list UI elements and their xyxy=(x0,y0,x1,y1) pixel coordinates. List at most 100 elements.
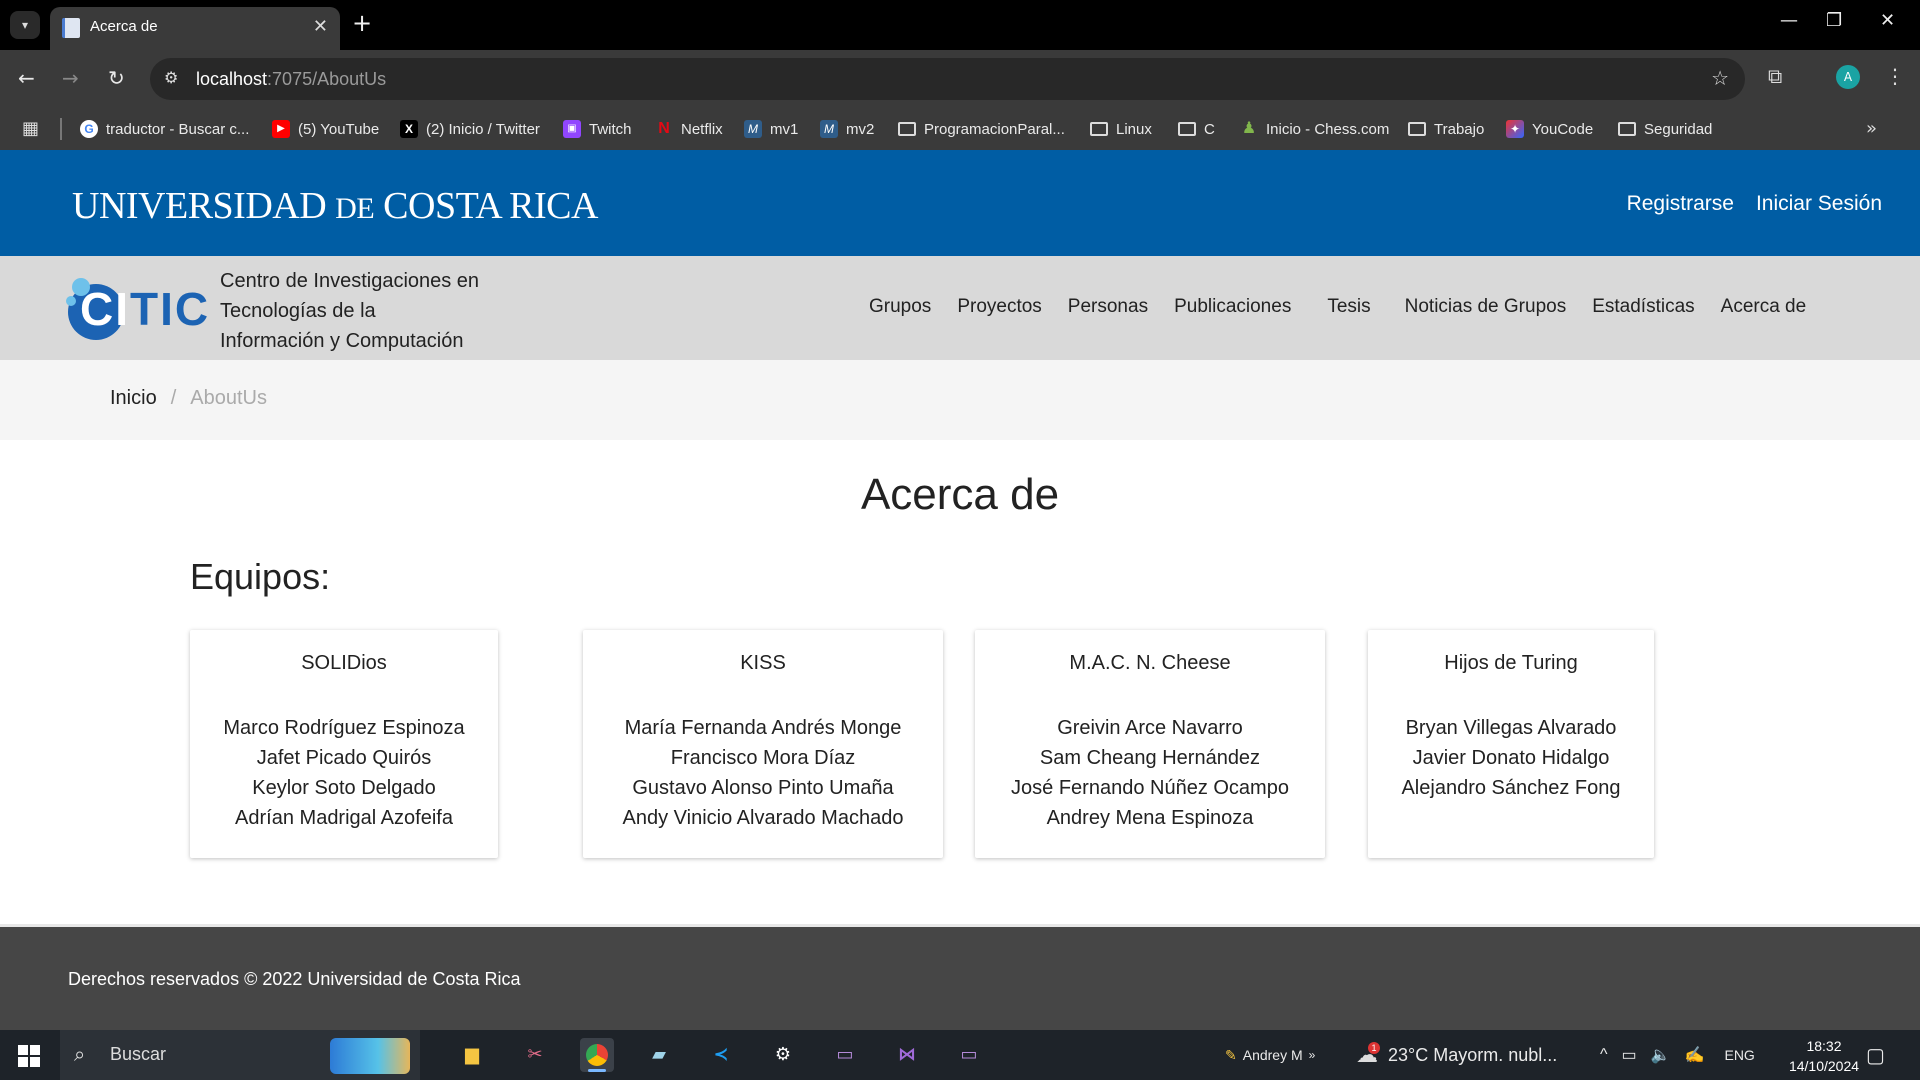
more-bookmarks-icon[interactable]: » xyxy=(1866,118,1877,139)
auth-links: Registrarse Iniciar Sesión xyxy=(1627,192,1882,216)
page-title: Acerca de xyxy=(860,470,1060,519)
tab-title: Acerca de xyxy=(90,18,158,35)
register-link[interactable]: Registrarse xyxy=(1627,192,1734,216)
team-member: José Fernando Núñez Ocampo xyxy=(1011,777,1289,799)
breadcrumb-home-link[interactable]: Inicio xyxy=(110,387,157,409)
bookmark-item[interactable]: ✦ YouCode xyxy=(1506,108,1593,150)
bookmark-item[interactable]: Seguridad xyxy=(1618,108,1712,150)
nav-personas[interactable]: Personas xyxy=(1068,296,1148,318)
terminal-icon[interactable]: ▭ xyxy=(952,1038,986,1072)
nav-publicaciones[interactable]: Publicaciones xyxy=(1174,296,1291,318)
citic-logo[interactable]: CITIC xyxy=(66,278,208,342)
tab-search-button[interactable]: ▾ xyxy=(10,11,40,39)
netflix-icon: N xyxy=(658,120,670,137)
bookmark-label: Netflix xyxy=(681,120,723,138)
bookmark-item[interactable]: N Netflix xyxy=(655,108,723,150)
team-members: María Fernanda Andrés Monge Francisco Mo… xyxy=(583,713,943,833)
bookmark-item[interactable]: Trabajo xyxy=(1408,108,1484,150)
team-member: Alejandro Sánchez Fong xyxy=(1401,777,1621,799)
close-tab-icon[interactable]: ✕ xyxy=(313,16,328,37)
show-hidden-icons-icon[interactable]: ^ xyxy=(1600,1046,1608,1064)
login-link[interactable]: Iniciar Sesión xyxy=(1756,192,1882,216)
pen-icon[interactable]: ✍ xyxy=(1685,1045,1705,1065)
address-bar[interactable]: ⚙ localhost:7075/AboutUs ☆ xyxy=(150,58,1745,100)
back-icon[interactable]: ← xyxy=(18,66,35,90)
settings-icon[interactable]: ⚙ xyxy=(766,1038,800,1072)
close-window-icon[interactable]: ✕ xyxy=(1880,10,1895,31)
apps-grid-icon[interactable]: ▦ xyxy=(22,118,39,139)
team-card: M.A.C. N. Cheese Greivin Arce Navarro Sa… xyxy=(975,630,1325,858)
chrome-taskbar-icon[interactable] xyxy=(580,1038,614,1072)
notepad-icon[interactable]: ▰ xyxy=(642,1038,676,1072)
nav-grupos[interactable]: Grupos xyxy=(869,296,931,318)
site-info-icon[interactable]: ⚙ xyxy=(164,68,178,87)
nav-proyectos[interactable]: Proyectos xyxy=(957,296,1041,318)
breadcrumb-separator: / xyxy=(170,387,177,409)
user-widget[interactable]: ✎ Andrey M » xyxy=(1225,1030,1315,1080)
forward-icon[interactable]: → xyxy=(62,66,79,90)
bookmark-label: (5) YouTube xyxy=(298,120,380,138)
windows-start-icon[interactable] xyxy=(18,1045,40,1067)
url-text[interactable]: localhost:7075/AboutUs xyxy=(196,69,386,90)
team-name: KISS xyxy=(740,652,786,674)
nav-acerca-de[interactable]: Acerca de xyxy=(1721,296,1807,318)
taskbar-search[interactable]: ⌕ Buscar xyxy=(60,1030,420,1080)
new-tab-icon[interactable]: + xyxy=(352,9,372,37)
notifications-icon[interactable]: ▢ xyxy=(1866,1030,1885,1080)
bookmark-item[interactable]: X (2) Inicio / Twitter xyxy=(400,108,540,150)
citic-full-name: Centro de Investigaciones en Tecnologías… xyxy=(220,270,480,352)
m-icon: M xyxy=(820,120,838,138)
weather-text: 23°C Mayorm. nubl... xyxy=(1388,1044,1558,1065)
bookmark-item[interactable]: ▶ (5) YouTube xyxy=(272,108,379,150)
chrome-icon xyxy=(586,1044,608,1066)
visual-studio-icon[interactable]: ⋈ xyxy=(890,1038,924,1072)
search-highlight-image xyxy=(330,1038,410,1074)
bookmark-item[interactable]: ProgramacionParal... xyxy=(898,108,1065,150)
bookmark-item[interactable]: M mv1 xyxy=(744,108,798,150)
terminal-icon[interactable]: ▭ xyxy=(828,1038,862,1072)
language-indicator[interactable]: ENG xyxy=(1724,1047,1754,1063)
vscode-icon[interactable]: ≺ xyxy=(704,1038,738,1072)
weather-cloud-icon: ☁ 1 xyxy=(1356,1042,1380,1067)
taskbar-clock[interactable]: 18:32 14/10/2024 xyxy=(1782,1036,1866,1076)
restore-icon[interactable]: ❐ xyxy=(1826,10,1842,31)
ucr-header: UNIVERSIDAD DE COSTA RICA Registrarse In… xyxy=(0,150,1920,256)
team-members: Greivin Arce Navarro Sam Cheang Hernánde… xyxy=(975,713,1325,833)
file-explorer-icon[interactable]: ▆ xyxy=(455,1038,489,1072)
snipping-tool-icon[interactable]: ✂ xyxy=(518,1038,552,1072)
bookmark-item[interactable]: M mv2 xyxy=(820,108,874,150)
youtube-icon: ▶ xyxy=(272,120,290,138)
active-app-indicator xyxy=(588,1069,606,1072)
bookmark-item[interactable]: Linux xyxy=(1090,108,1152,150)
system-tray: ^ ▭ 🔈 ✍ ENG xyxy=(1600,1030,1755,1080)
bookmark-item[interactable]: G traductor - Buscar c... xyxy=(80,108,249,150)
citic-navbar: CITIC Centro de Investigaciones en Tecno… xyxy=(0,256,1920,360)
extensions-icon[interactable]: ⧉ xyxy=(1768,64,1782,88)
team-name: M.A.C. N. Cheese xyxy=(1069,652,1231,674)
minimize-icon[interactable]: — xyxy=(1780,10,1798,31)
reload-icon[interactable]: ↻ xyxy=(108,66,125,90)
browser-menu-icon[interactable]: ⋮ xyxy=(1885,64,1905,88)
ucr-logo[interactable]: UNIVERSIDAD DE COSTA RICA xyxy=(72,184,598,228)
bookmark-item[interactable]: ♟ Inicio - Chess.com xyxy=(1240,108,1390,150)
bookmark-item[interactable]: C xyxy=(1178,108,1215,150)
search-icon: ⌕ xyxy=(74,1042,86,1066)
browser-tab-active[interactable]: Acerca de ✕ xyxy=(50,7,340,50)
nav-estadisticas[interactable]: Estadísticas xyxy=(1592,296,1694,318)
volume-icon[interactable]: 🔈 xyxy=(1651,1045,1671,1065)
team-card: Hijos de Turing Bryan Villegas Alvarado … xyxy=(1368,630,1654,858)
bookmark-label: Trabajo xyxy=(1434,120,1485,138)
page-footer: Derechos reservados © 2022 Universidad d… xyxy=(0,924,1920,1030)
team-member: Andrey Mena Espinoza xyxy=(1046,807,1254,829)
folder-icon xyxy=(1618,122,1636,136)
copyright-text: Derechos reservados © 2022 Universidad d… xyxy=(68,969,521,989)
bookmark-item[interactable]: ▣ Twitch xyxy=(563,108,632,150)
nav-tesis[interactable]: Tesis xyxy=(1327,296,1370,318)
profile-avatar[interactable]: A xyxy=(1836,65,1860,89)
network-icon[interactable]: ▭ xyxy=(1622,1045,1637,1065)
weather-widget[interactable]: ☁ 1 23°C Mayorm. nubl... xyxy=(1356,1030,1557,1080)
team-member: Jafet Picado Quirós xyxy=(256,747,432,769)
clock-date: 14/10/2024 xyxy=(1788,1058,1860,1074)
bookmark-star-icon[interactable]: ☆ xyxy=(1711,66,1729,90)
nav-noticias-de-grupos[interactable]: Noticias de Grupos xyxy=(1405,296,1567,318)
